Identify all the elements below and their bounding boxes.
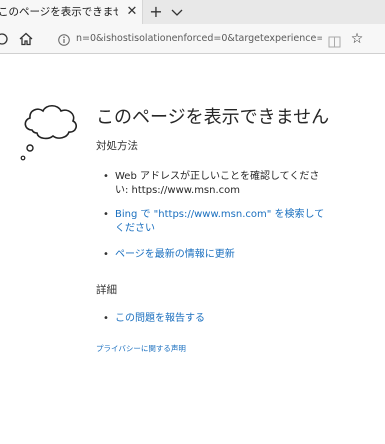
url-text[interactable]: n=0&ishostisolationenforced=0&targetexpe… <box>76 32 322 46</box>
error-title: このページを表示できません <box>96 107 330 128</box>
bullet: • <box>103 249 109 260</box>
troubleshoot-heading: 対処方法 <box>96 140 138 152</box>
browser-window: このページを表示できません ✕ + n=0& <box>0 0 385 444</box>
tab-close-icon[interactable]: ✕ <box>124 3 140 21</box>
address-bar[interactable]: n=0&ishostisolationenforced=0&targetexpe… <box>48 28 372 50</box>
reading-view-icon[interactable] <box>328 33 341 48</box>
tab-title: このページを表示できません <box>0 6 118 18</box>
favorite-star-icon[interactable]: ☆ <box>348 30 366 48</box>
site-info-icon[interactable] <box>57 32 71 46</box>
refresh-icon[interactable] <box>0 30 10 48</box>
active-tab[interactable]: このページを表示できません ✕ <box>0 0 143 24</box>
tab-strip: このページを表示できません ✕ + <box>0 0 385 24</box>
navigation-toolbar: n=0&ishostisolationenforced=0&targetexpe… <box>0 24 385 54</box>
bing-search-link[interactable]: Bing で "https://www.msn.com" を検索してください <box>115 208 330 236</box>
suggestion-check-address: Web アドレスが正しいことを確認してください: https://www.msn… <box>115 171 320 196</box>
privacy-statement-link[interactable]: プライバシーに関する声明 <box>96 343 216 355</box>
thought-cloud-icon <box>18 100 82 164</box>
home-icon[interactable] <box>17 30 35 48</box>
new-tab-button[interactable]: + <box>147 2 165 22</box>
bullet: • <box>103 171 109 182</box>
details-heading: 詳細 <box>96 284 117 296</box>
bullet: • <box>103 313 109 324</box>
report-problem-link[interactable]: この問題を報告する <box>115 312 330 326</box>
bullet: • <box>103 209 109 220</box>
refresh-page-link[interactable]: ページを最新の情報に更新 <box>115 248 330 262</box>
tab-list-chevron-icon[interactable] <box>168 2 186 22</box>
